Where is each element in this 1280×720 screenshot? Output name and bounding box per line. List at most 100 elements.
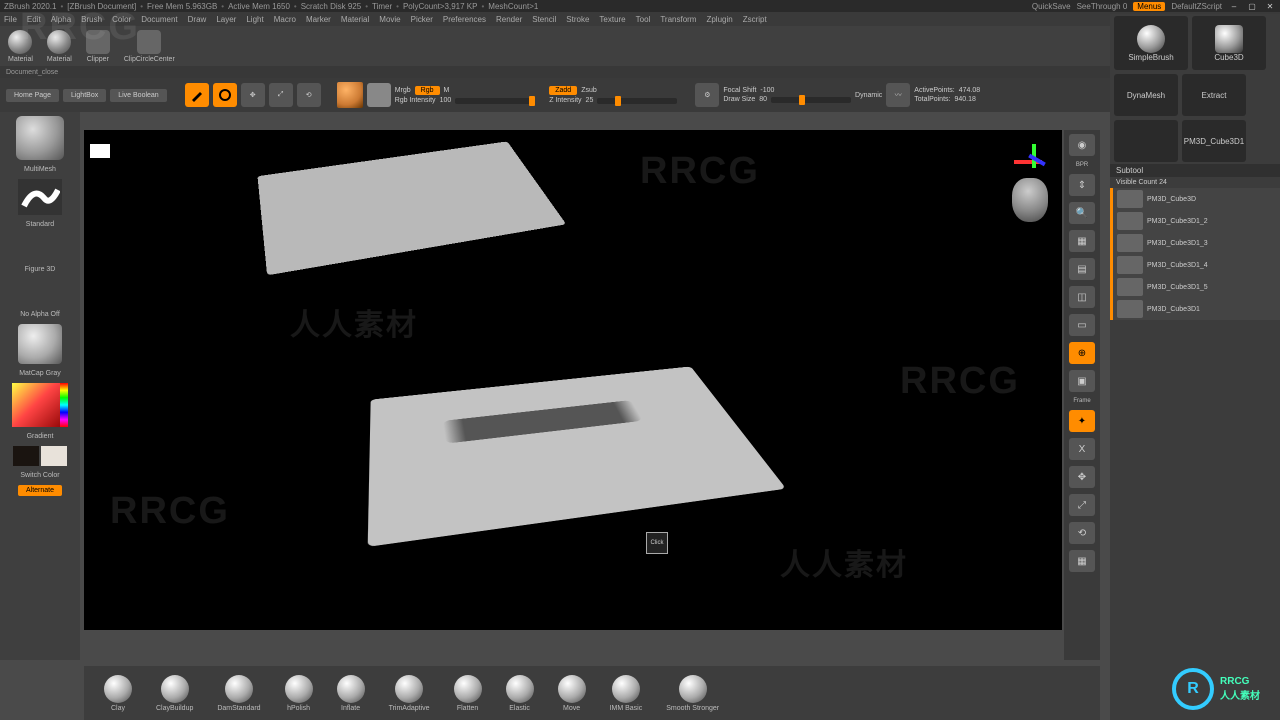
brush-shortcut[interactable]: Elastic [506, 675, 534, 712]
color-swatch[interactable] [367, 83, 391, 107]
shelf-clipper[interactable]: Clipper [86, 30, 110, 63]
color-swatches[interactable] [13, 446, 67, 466]
menu-item[interactable]: Tool [636, 15, 651, 24]
menu-item[interactable]: Render [496, 15, 522, 24]
default-script[interactable]: DefaultZScript [1171, 2, 1222, 11]
brush-shortcut[interactable]: DamStandard [217, 675, 260, 712]
color-picker[interactable] [12, 383, 68, 427]
seethrough-slider[interactable]: SeeThrough 0 [1077, 2, 1128, 11]
tool-small[interactable]: Extract [1182, 74, 1246, 116]
menu-item[interactable]: Brush [81, 15, 102, 24]
rgb-intensity-slider[interactable] [455, 98, 535, 104]
menu-item[interactable]: Transform [660, 15, 696, 24]
alpha-name[interactable]: No Alpha Off [20, 311, 60, 318]
zadd-toggle[interactable]: Zadd [549, 86, 577, 95]
live-boolean-button[interactable]: Live Boolean [110, 89, 166, 102]
material-thumbnail[interactable] [18, 324, 62, 364]
frame-button[interactable]: ▣ [1069, 370, 1095, 392]
viewport[interactable]: Click [84, 130, 1062, 630]
secondary-color[interactable] [13, 446, 39, 466]
brush-shortcut[interactable]: Inflate [337, 675, 365, 712]
rotate-view-button[interactable]: ⟲ [1069, 522, 1095, 544]
scale-mode-button[interactable]: ⤢ [269, 83, 293, 107]
model-piece-main[interactable] [368, 366, 786, 546]
zsub-toggle[interactable]: Zsub [581, 87, 597, 94]
quicksave-button[interactable]: QuickSave [1032, 2, 1071, 11]
menu-item[interactable]: Light [246, 15, 263, 24]
tool-preview-main[interactable]: SimpleBrush [1114, 16, 1188, 70]
local-button[interactable]: ⊕ [1069, 342, 1095, 364]
floor-button[interactable]: ▭ [1069, 314, 1095, 336]
subtool-item[interactable]: PM3D_Cube3D1_5 [1110, 276, 1280, 298]
menu-item[interactable]: Edit [27, 15, 41, 24]
subtool-item[interactable]: PM3D_Cube3D1 [1110, 298, 1280, 320]
xpose-button[interactable]: ✦ [1069, 410, 1095, 432]
brush-shortcut[interactable]: Clay [104, 675, 132, 712]
switch-color-button[interactable]: Switch Color [20, 472, 59, 479]
brush-shortcut[interactable]: ClayBuildup [156, 675, 193, 712]
bpr-button[interactable]: ◉ [1069, 134, 1095, 156]
brush-thumbnail[interactable] [18, 179, 62, 215]
tool-thumbnail[interactable] [16, 116, 64, 160]
subtool-item[interactable]: PM3D_Cube3D1_4 [1110, 254, 1280, 276]
camera-reference-head[interactable] [1012, 178, 1048, 222]
subtool-item[interactable]: PM3D_Cube3D [1110, 188, 1280, 210]
brush-shortcut[interactable]: TrimAdaptive [389, 675, 430, 712]
shelf-material2[interactable]: Material [47, 30, 72, 63]
subtool-item[interactable]: PM3D_Cube3D1_3 [1110, 232, 1280, 254]
brush-shortcut[interactable]: Smooth Stronger [666, 675, 719, 712]
menu-item[interactable]: Layer [216, 15, 236, 24]
tool-preview-secondary[interactable]: Cube3D [1192, 16, 1266, 70]
brush-shortcut[interactable]: IMM Basic [610, 675, 643, 712]
material-preview[interactable] [337, 82, 363, 108]
sym-x-button[interactable]: X [1069, 438, 1095, 460]
dynamic-toggle[interactable]: Dynamic [855, 92, 882, 99]
menu-item[interactable]: Picker [411, 15, 433, 24]
polyframe-button[interactable]: ▦ [1069, 550, 1095, 572]
zoom-button[interactable]: 🔍 [1069, 202, 1095, 224]
menu-item[interactable]: Macro [274, 15, 296, 24]
menu-item[interactable]: Zscript [743, 15, 767, 24]
tool-small[interactable]: DynaMesh [1114, 74, 1178, 116]
brush-shortcut[interactable]: Move [558, 675, 586, 712]
menu-item[interactable]: Movie [379, 15, 400, 24]
draw-mode-button[interactable] [213, 83, 237, 107]
move-view-button[interactable]: ✥ [1069, 466, 1095, 488]
stroke-name[interactable]: Figure 3D [25, 266, 56, 273]
subtool-item[interactable]: PM3D_Cube3D1_2 [1110, 210, 1280, 232]
tool-small[interactable] [1114, 120, 1178, 162]
menu-item[interactable]: Material [341, 15, 369, 24]
brush-shortcut[interactable]: Flatten [454, 675, 482, 712]
brush-config-icon[interactable]: ⚙ [695, 83, 719, 107]
edit-mode-button[interactable] [185, 83, 209, 107]
menu-item[interactable]: Stencil [532, 15, 556, 24]
model-piece-top[interactable] [257, 141, 566, 275]
rotate-mode-button[interactable]: ⟲ [297, 83, 321, 107]
aahalf-button[interactable]: ▤ [1069, 258, 1095, 280]
close-icon[interactable]: ✕ [1264, 0, 1276, 12]
menu-item[interactable]: Texture [599, 15, 625, 24]
homepage-button[interactable]: Home Page [6, 89, 59, 102]
move-mode-button[interactable]: ✥ [241, 83, 265, 107]
m-toggle[interactable]: M [444, 87, 450, 94]
gradient-toggle[interactable]: Gradient [27, 433, 54, 440]
brush-shortcut[interactable]: hPolish [285, 675, 313, 712]
menu-item[interactable]: Document [141, 15, 177, 24]
menu-item[interactable]: File [4, 15, 17, 24]
mrgb-label[interactable]: Mrgb [395, 87, 411, 94]
brush-curve-icon[interactable]: 〰 [886, 83, 910, 107]
minimize-icon[interactable]: – [1228, 0, 1240, 12]
actual-button[interactable]: ▦ [1069, 230, 1095, 252]
persp-button[interactable]: ◫ [1069, 286, 1095, 308]
menu-item[interactable]: Zplugin [706, 15, 732, 24]
tool-small[interactable]: PM3D_Cube3D1 [1182, 120, 1246, 162]
draw-size-slider[interactable] [771, 97, 851, 103]
menu-item[interactable]: Preferences [443, 15, 486, 24]
menu-item[interactable]: Alpha [51, 15, 71, 24]
scroll-button[interactable]: ⇕ [1069, 174, 1095, 196]
axis-gizmo[interactable] [1014, 144, 1050, 180]
scale-view-button[interactable]: ⤢ [1069, 494, 1095, 516]
maximize-icon[interactable]: ▢ [1246, 0, 1258, 12]
subtool-header[interactable]: Subtool [1110, 164, 1280, 177]
menu-item[interactable]: Color [112, 15, 131, 24]
